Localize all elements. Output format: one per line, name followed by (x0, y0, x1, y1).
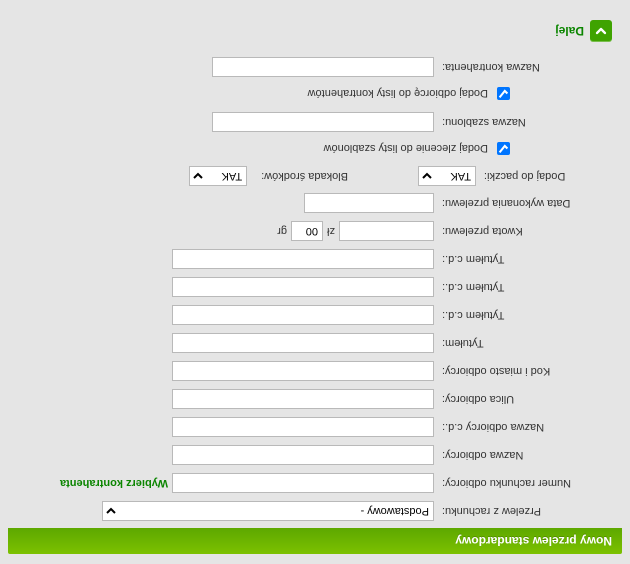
row-paczka: Dodaj do paczki: TAK Blokada środków: TA… (8, 166, 622, 186)
row-exec-date: Data wykonania przelewu: (8, 192, 622, 214)
chevron-down-icon (594, 24, 608, 38)
recipient-street-label: Ulica odbiorcy: (434, 393, 622, 405)
title-input[interactable] (172, 333, 434, 353)
paczka-select[interactable]: TAK (418, 166, 476, 186)
template-name-label: Nazwa szablonu: (434, 116, 622, 128)
row-recipient-street: Ulica odbiorcy: (8, 388, 622, 410)
next-button[interactable] (590, 20, 612, 42)
template-name-input[interactable] (212, 112, 434, 132)
blokada-label: Blokada środków: (253, 170, 348, 182)
row-recipient-name: Nazwa odbiorcy: (8, 444, 622, 466)
amount-unit-minor: gr (277, 225, 287, 237)
recipient-acct-input[interactable] (172, 473, 434, 493)
row-title-cd1: Tytułem c.d.: (8, 304, 622, 326)
recipient-name-cd-label: Nazwa odbiorcy c.d.: (434, 421, 622, 433)
row-title-cd3: Tytułem c.d.: (8, 248, 622, 270)
row-account: Przelew z rachunku: Podstawowy - (8, 500, 622, 522)
add-contractor-label: Dodaj odbiorcę do listy kontrahentów (308, 88, 488, 100)
row-recipient-code-city: Kod i miasto odbiorcy: (8, 360, 622, 382)
page-title: Nowy przelew standardowy (8, 528, 622, 554)
recipient-acct-label: Numer rachunku odbiorcy: (434, 477, 622, 489)
amount-minor-input[interactable] (291, 221, 323, 241)
recipient-code-city-label: Kod i miasto odbiorcy: (434, 365, 622, 377)
account-label: Przelew z rachunku: (434, 505, 622, 517)
row-add-contractor: Dodaj odbiorcę do listy kontrahentów (8, 84, 514, 103)
exec-date-input[interactable] (304, 193, 434, 213)
pick-contractor-link[interactable]: Wybierz kontrahenta (60, 477, 168, 489)
row-contractor-name: Nazwa kontrahenta: (8, 56, 622, 78)
title-cd2-input[interactable] (172, 277, 434, 297)
row-add-template: Dodaj zlecenie do listy szablonów (8, 139, 514, 158)
account-select[interactable]: Podstawowy - (102, 501, 434, 521)
row-title: Tytułem: (8, 332, 622, 354)
amount-major-input[interactable] (339, 221, 434, 241)
recipient-street-input[interactable] (172, 389, 434, 409)
exec-date-label: Data wykonania przelewu: (434, 197, 622, 209)
row-title-cd2: Tytułem c.d.: (8, 276, 622, 298)
amount-label: Kwota przelewu: (434, 225, 622, 237)
row-amount: Kwota przelewu: zł gr (8, 220, 622, 242)
add-contractor-checkbox[interactable] (497, 87, 510, 100)
title-cd3-input[interactable] (172, 249, 434, 269)
recipient-name-cd-input[interactable] (172, 417, 434, 437)
recipient-code-city-input[interactable] (172, 361, 434, 381)
add-template-label: Dodaj zlecenie do listy szablonów (324, 143, 488, 155)
blokada-select[interactable]: TAK (189, 166, 247, 186)
contractor-name-input[interactable] (212, 57, 434, 77)
next-label[interactable]: Dalej (555, 24, 584, 38)
paczka-label: Dodaj do paczki: (476, 170, 622, 182)
title-cd3-label: Tytułem c.d.: (434, 253, 622, 265)
row-next: Dalej (8, 20, 612, 42)
add-template-checkbox[interactable] (497, 142, 510, 155)
row-recipient-name-cd: Nazwa odbiorcy c.d.: (8, 416, 622, 438)
recipient-name-input[interactable] (172, 445, 434, 465)
title-cd1-input[interactable] (172, 305, 434, 325)
recipient-name-label: Nazwa odbiorcy: (434, 449, 622, 461)
contractor-name-label: Nazwa kontrahenta: (434, 61, 622, 73)
title-cd1-label: Tytułem c.d.: (434, 309, 622, 321)
row-template-name: Nazwa szablonu: (8, 111, 622, 133)
amount-unit-major: zł (327, 225, 335, 237)
title-label: Tytułem: (434, 337, 622, 349)
row-recipient-acct: Numer rachunku odbiorcy: Wybierz kontrah… (8, 472, 622, 494)
title-cd2-label: Tytułem c.d.: (434, 281, 622, 293)
